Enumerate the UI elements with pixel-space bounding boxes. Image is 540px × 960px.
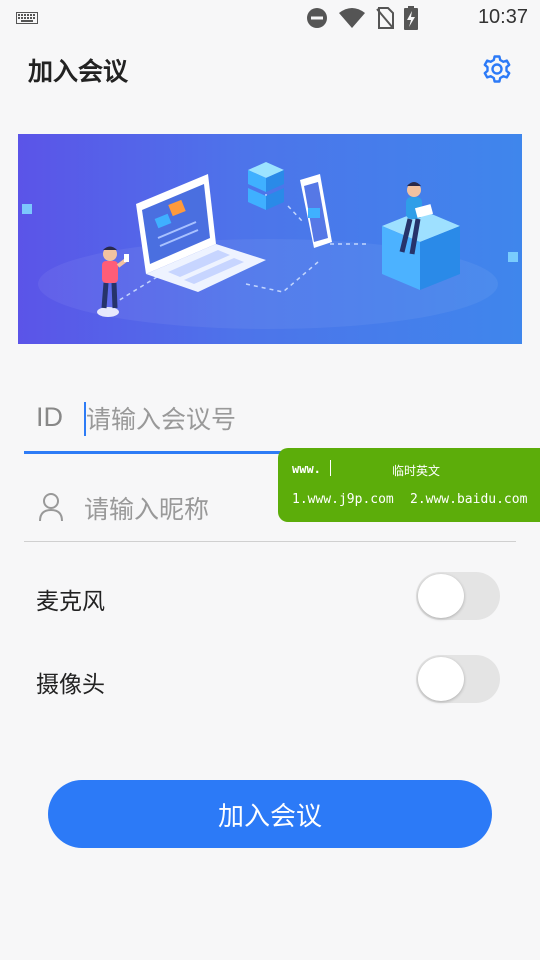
ime-cursor	[330, 460, 331, 476]
meeting-illustration	[22, 162, 518, 329]
ime-candidate-2[interactable]: 2.www.baidu.com	[410, 492, 527, 507]
ime-typed-text: www.	[292, 462, 321, 476]
header: 加入会议	[0, 36, 540, 106]
camera-toggle-row: 摄像头	[0, 653, 540, 705]
ime-candidate-1[interactable]: 1.www.j9p.com	[292, 492, 394, 507]
status-bar: 10:37	[0, 0, 540, 36]
switch-knob	[418, 574, 464, 618]
meeting-id-field[interactable]: ID	[24, 384, 516, 454]
microphone-label: 麦克风	[36, 589, 105, 615]
no-sim-icon	[376, 7, 394, 29]
banner-illustration	[18, 134, 522, 344]
wifi-icon	[339, 8, 365, 28]
status-icons	[306, 6, 418, 30]
microphone-toggle-row: 麦克风	[0, 570, 540, 622]
battery-charging-icon	[404, 6, 418, 30]
do-not-disturb-icon	[307, 8, 327, 28]
ime-mode-label[interactable]: 临时英文	[392, 462, 440, 479]
gear-icon[interactable]	[482, 54, 512, 84]
microphone-switch[interactable]	[416, 572, 500, 620]
status-time: 10:37	[477, 6, 528, 28]
ime-candidate-popup: www. 临时英文 1.www.j9p.com 2.www.baidu.com	[278, 448, 540, 522]
person-icon	[39, 493, 63, 522]
keyboard-icon	[16, 12, 38, 24]
camera-switch[interactable]	[416, 655, 500, 703]
camera-label: 摄像头	[36, 672, 105, 698]
id-prefix-label: ID	[36, 402, 63, 432]
page-title: 加入会议	[28, 57, 129, 86]
switch-knob	[418, 657, 464, 701]
join-meeting-button[interactable]: 加入会议	[48, 780, 492, 848]
meeting-id-input[interactable]	[86, 398, 496, 440]
